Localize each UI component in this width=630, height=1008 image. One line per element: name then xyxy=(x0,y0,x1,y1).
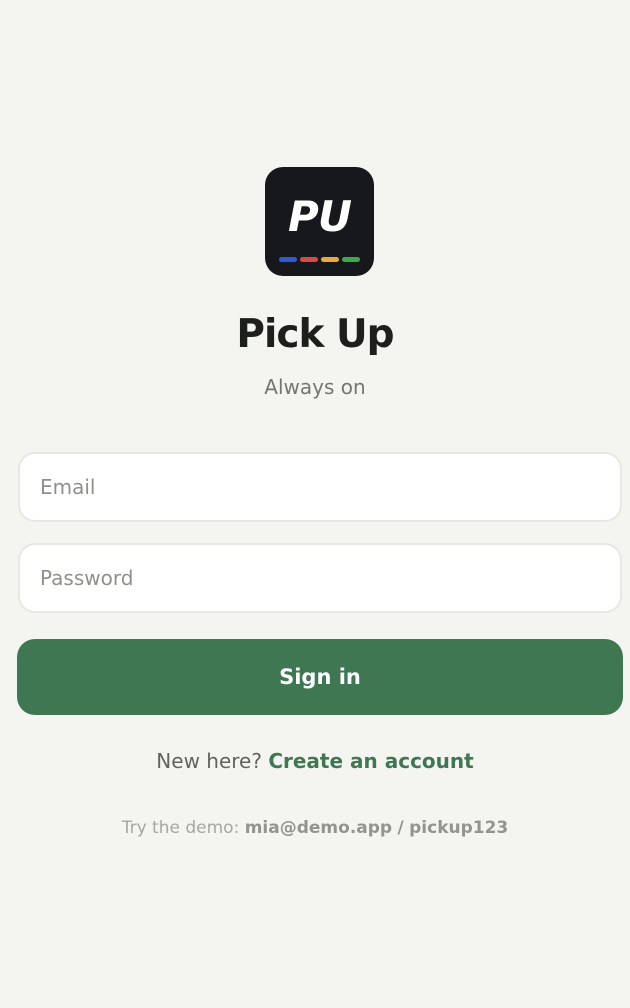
demo-password: pickup123 xyxy=(409,818,509,838)
signup-prompt-row: New here? Create an account xyxy=(0,746,630,776)
app-logo-dot-blue xyxy=(279,257,297,262)
app-logo-dot-yellow xyxy=(321,257,339,262)
sign-in-button[interactable]: Sign in xyxy=(17,639,623,715)
app-logo-color-bar xyxy=(279,257,361,262)
app-tagline: Always on xyxy=(264,375,366,399)
login-screen: { "app": { "icon_text": "PU", "name": "P… xyxy=(0,0,630,1008)
app-name: Pick Up xyxy=(236,312,394,357)
app-logo: PU xyxy=(265,167,374,276)
demo-prefix: Try the demo: xyxy=(121,818,240,838)
signup-prompt-text: New here? xyxy=(156,749,262,773)
demo-separator: / xyxy=(397,818,404,838)
demo-credentials-hint: Try the demo: mia@demo.app / pickup123 xyxy=(0,815,630,841)
app-logo-dot-red xyxy=(300,257,318,262)
demo-email: mia@demo.app xyxy=(244,818,393,838)
create-account-link[interactable]: Create an account xyxy=(268,749,473,773)
email-field[interactable] xyxy=(18,452,622,522)
app-logo-monogram: PU xyxy=(288,192,352,241)
app-logo-dot-green xyxy=(342,257,360,262)
password-field[interactable] xyxy=(18,543,622,613)
